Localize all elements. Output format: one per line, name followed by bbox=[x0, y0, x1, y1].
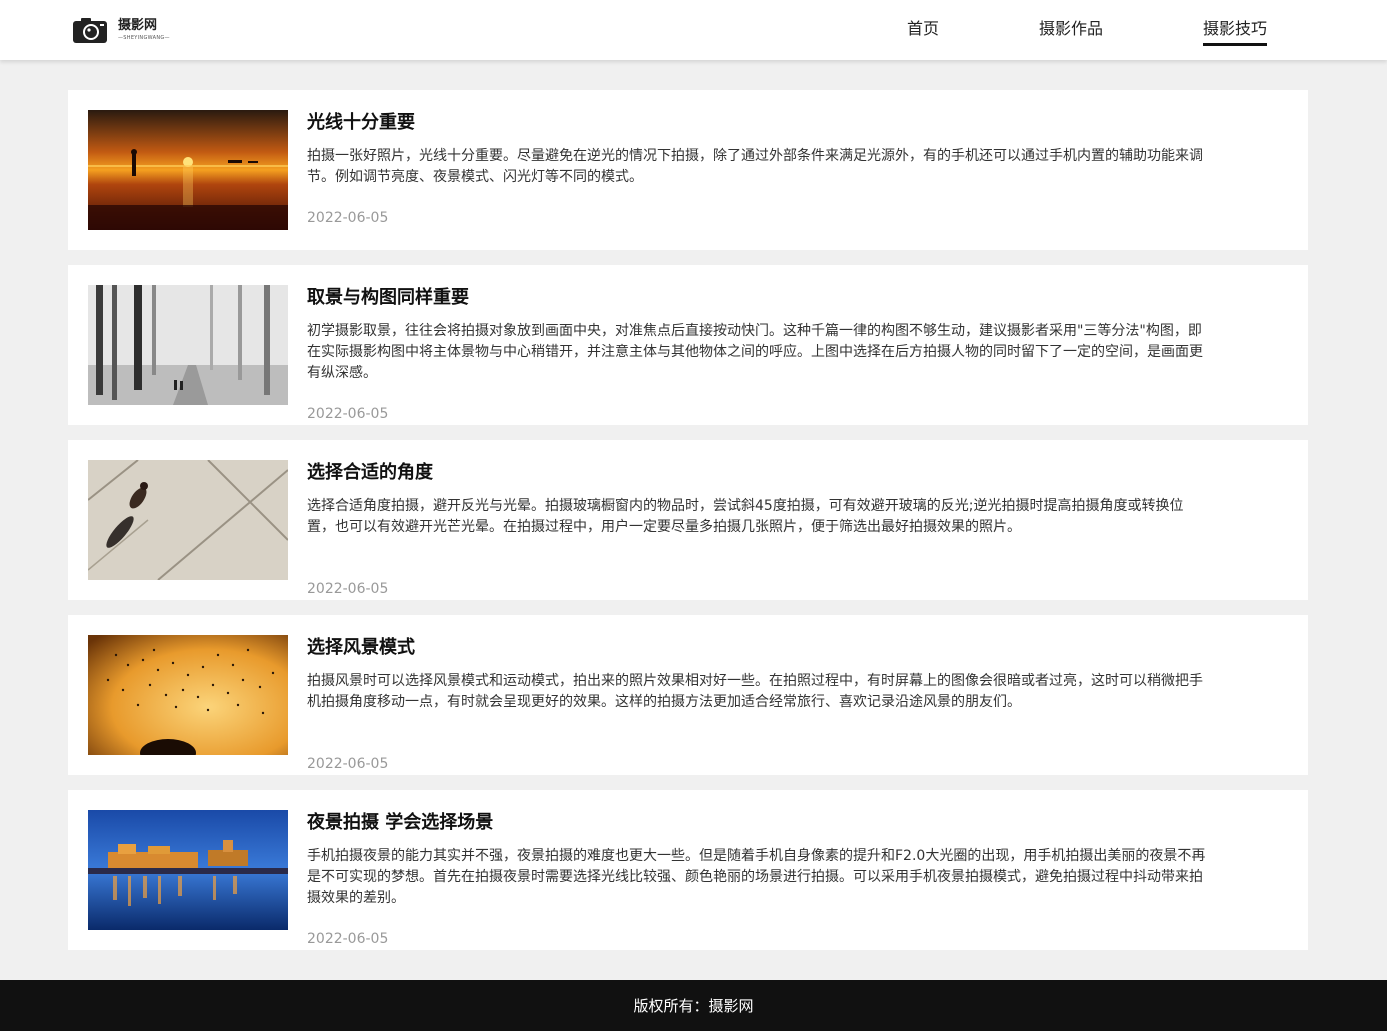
logo-name: 摄影网 bbox=[118, 17, 158, 33]
foggy-trees-photo[interactable] bbox=[88, 285, 288, 405]
nav-works[interactable]: 摄影作品 bbox=[1039, 18, 1103, 40]
article-title[interactable]: 夜景拍摄 学会选择场景 bbox=[307, 810, 493, 836]
article-title[interactable]: 光线十分重要 bbox=[307, 110, 415, 136]
article-card[interactable]: 取景与构图同样重要 初学摄影取景，往往会将拍摄对象放到画面中央，对准焦点后直接按… bbox=[68, 265, 1308, 425]
logo-subtitle: —SHEYINGWANG— bbox=[118, 34, 170, 41]
article-card[interactable]: 选择风景模式 拍摄风景时可以选择风景模式和运动模式，拍出来的照片效果相对好一些。… bbox=[68, 615, 1308, 775]
article-date: 2022-06-05 bbox=[307, 406, 389, 422]
article-date: 2022-06-05 bbox=[307, 756, 389, 772]
copyright-text: 版权所有：摄影网 bbox=[633, 997, 754, 1015]
article-description: 拍摄一张好照片，光线十分重要。尽量避免在逆光的情况下拍摄，除了通过外部条件来满足… bbox=[307, 148, 1203, 185]
night-city-photo[interactable] bbox=[88, 810, 288, 930]
nav-tips[interactable]: 摄影技巧 bbox=[1203, 18, 1268, 46]
article-description: 选择合适角度拍摄，避开反光与光晕。拍摄玻璃橱窗内的物品时，尝试斜45度拍摄，可有… bbox=[307, 498, 1184, 535]
article-description: 手机拍摄夜景的能力其实并不强，夜景拍摄的难度也更大一些。但是随着手机自身像素的提… bbox=[307, 848, 1206, 906]
article-card[interactable]: 选择合适的角度 选择合适角度拍摄，避开反光与光晕。拍摄玻璃橱窗内的物品时，尝试斜… bbox=[68, 440, 1308, 600]
article-description: 拍摄风景时可以选择风景模式和运动模式，拍出来的照片效果相对好一些。在拍照过程中，… bbox=[307, 673, 1203, 710]
overhead-walker-photo[interactable] bbox=[88, 460, 288, 580]
article-card[interactable]: 光线十分重要 拍摄一张好照片，光线十分重要。尽量避免在逆光的情况下拍摄，除了通过… bbox=[68, 90, 1308, 250]
article-date: 2022-06-05 bbox=[307, 931, 389, 947]
article-title[interactable]: 取景与构图同样重要 bbox=[307, 285, 469, 311]
birds-sky-photo[interactable] bbox=[88, 635, 288, 755]
article-title[interactable]: 选择合适的角度 bbox=[307, 460, 433, 486]
top-header: 摄影网 —SHEYINGWANG— 首页 摄影作品 摄影技巧 bbox=[0, 0, 1387, 60]
article-date: 2022-06-05 bbox=[307, 210, 389, 226]
article-card[interactable]: 夜景拍摄 学会选择场景 手机拍摄夜景的能力其实并不强，夜景拍摄的难度也更大一些。… bbox=[68, 790, 1308, 950]
footer: 版权所有：摄影网 bbox=[0, 980, 1387, 1031]
camera-icon bbox=[72, 15, 108, 45]
article-title[interactable]: 选择风景模式 bbox=[307, 635, 415, 661]
article-date: 2022-06-05 bbox=[307, 581, 389, 597]
site-logo[interactable]: 摄影网 —SHEYINGWANG— bbox=[72, 14, 170, 46]
nav-home[interactable]: 首页 bbox=[907, 18, 939, 40]
sunset-beach-photo[interactable] bbox=[88, 110, 288, 230]
article-description: 初学摄影取景，往往会将拍摄对象放到画面中央，对准焦点后直接按动快门。这种千篇一律… bbox=[307, 323, 1203, 381]
